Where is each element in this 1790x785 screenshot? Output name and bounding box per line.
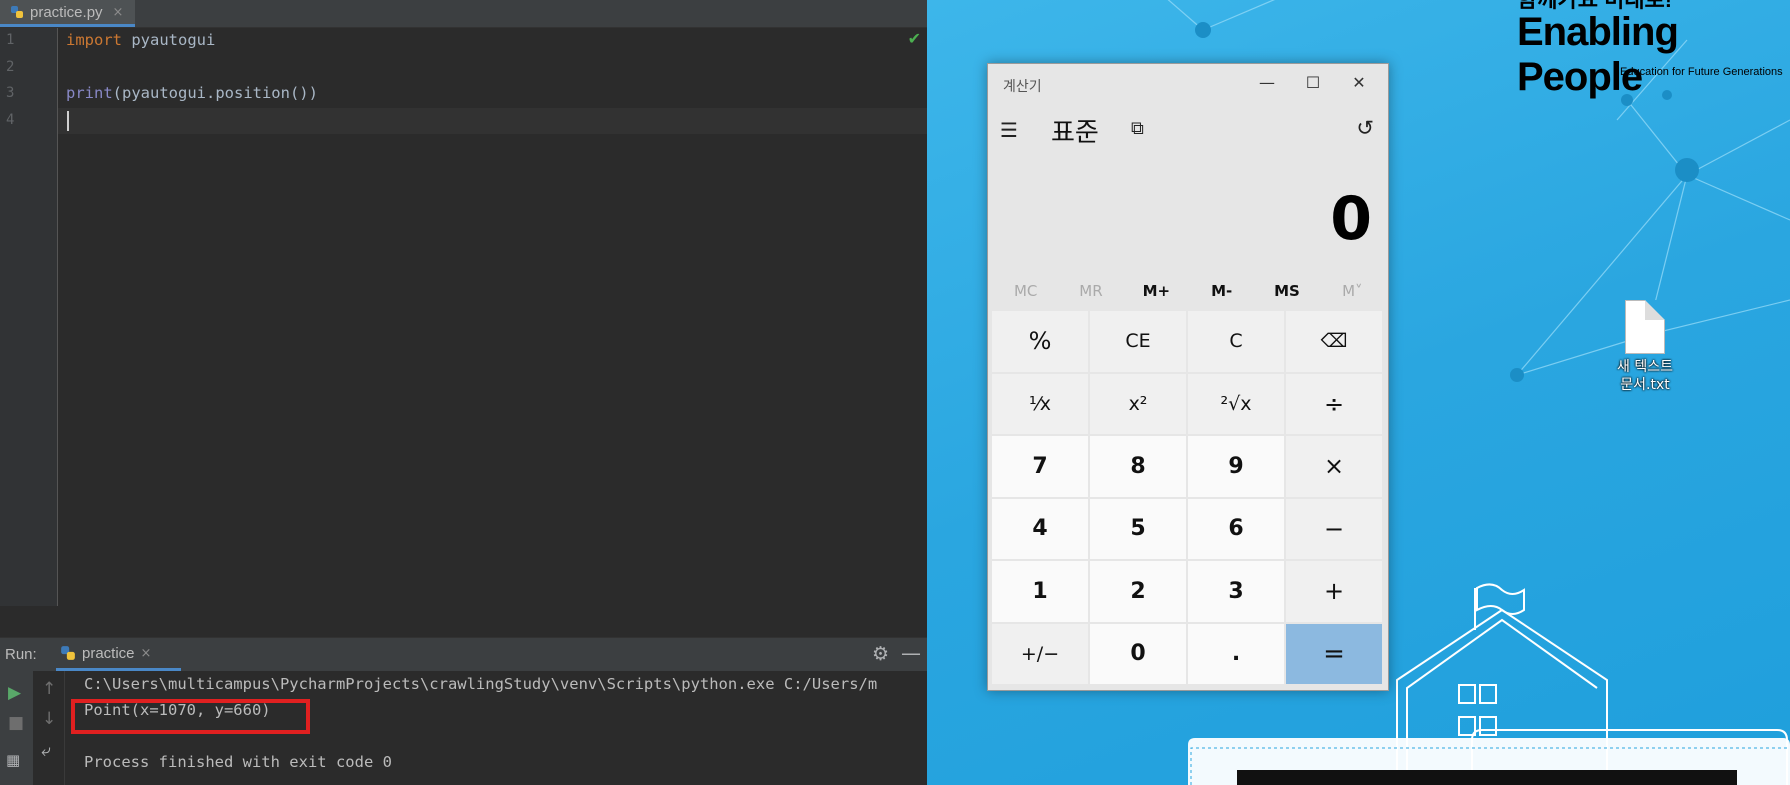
up-arrow-icon[interactable]: ↑ (42, 679, 56, 699)
key-button[interactable]: ¹⁄x (992, 373, 1088, 434)
stop-icon[interactable]: ■ (8, 713, 24, 733)
maximize-button[interactable]: ☐ (1290, 70, 1336, 96)
memory-add-button[interactable]: M+ (1124, 276, 1189, 306)
desktop-file-icon[interactable]: 새 텍스트 문서.txt (1595, 300, 1695, 394)
rerun-icon[interactable]: ▶ (8, 683, 21, 703)
run-toolbar-right: ↑ ↓ ⤶ (34, 671, 65, 785)
editor-tab-practice[interactable]: practice.py × (0, 0, 136, 27)
history-icon[interactable]: ↺ (1356, 116, 1374, 140)
down-arrow-icon[interactable]: ↓ (42, 709, 56, 729)
close-button[interactable]: ✕ (1336, 70, 1382, 96)
memory-list-button[interactable]: M˅ (1320, 276, 1385, 306)
code-editor[interactable]: import pyautogui print(pyautogui.positio… (58, 28, 927, 606)
memory-row: MC MR M+ M- MS M˅ (993, 276, 1385, 306)
call-args: (pyautogui.position()) (112, 84, 318, 102)
calculator-window: 계산기 — ☐ ✕ ☰ 표준 ⧉ ↺ 0 MC MR M+ M- MS M˅ %… (987, 63, 1389, 691)
key-button[interactable]: ²√x (1188, 373, 1284, 434)
brand-subtitle: Education for Future Generations (1620, 66, 1783, 78)
line-number: 2 (6, 59, 15, 75)
key-button[interactable]: × (1286, 436, 1382, 497)
keypad: % CE C ⌫ ¹⁄x x² ²√x ÷ 7 8 9 × 4 5 6− 1 2 3 + +/− 0. = (992, 311, 1384, 684)
memory-recall-button[interactable]: MR (1058, 276, 1123, 306)
key-button[interactable]: = (1286, 623, 1382, 684)
key-button[interactable]: 7 (992, 436, 1088, 497)
hide-panel-icon[interactable]: — (901, 641, 921, 665)
memory-store-button[interactable]: MS (1254, 276, 1319, 306)
keyword-import: import (66, 31, 122, 49)
key-button[interactable]: ⌫ (1286, 311, 1382, 372)
key-button[interactable]: 1 (992, 561, 1088, 622)
memory-clear-button[interactable]: MC (993, 276, 1058, 306)
file-label-line-1: 새 텍스트 (1617, 359, 1673, 375)
line-number: 4 (6, 112, 15, 128)
module-name: pyautogui (122, 31, 216, 49)
console-command-line: C:\Users\multicampus\PycharmProjects\cra… (84, 675, 878, 693)
highlight-box (71, 699, 310, 734)
gear-icon[interactable]: ⚙ (872, 643, 889, 665)
python-icon (61, 646, 75, 660)
key-button[interactable]: 3 (1188, 561, 1284, 622)
key-button[interactable]: 9 (1188, 436, 1284, 497)
key-button[interactable]: 4 (992, 498, 1088, 559)
builtin-print: print (66, 84, 113, 102)
run-console[interactable]: C:\Users\multicampus\PycharmProjects\cra… (65, 671, 927, 785)
minimize-button[interactable]: — (1244, 70, 1290, 96)
key-button[interactable]: CE (1090, 311, 1186, 372)
key-button[interactable]: 2 (1090, 561, 1186, 622)
memory-subtract-button[interactable]: M- (1189, 276, 1254, 306)
tab-close-icon[interactable]: × (113, 5, 124, 20)
code-line-1: import pyautogui (66, 31, 215, 49)
run-tool-window-header: Run: practice × ⚙ — (0, 637, 927, 671)
run-label: Run: (5, 646, 37, 663)
calculator-mode-title: 표준 (1051, 118, 1099, 148)
text-document-icon (1625, 300, 1665, 354)
editor-tab-bar: practice.py × (0, 0, 927, 28)
line-number: 3 (6, 85, 15, 101)
tab-filename: practice.py (30, 3, 103, 21)
soft-wrap-icon[interactable]: ⤶ (41, 741, 51, 761)
keep-on-top-icon[interactable]: ⧉ (1131, 118, 1144, 139)
inspection-ok-icon: ✔ (907, 29, 921, 48)
key-button[interactable]: 5 (1090, 498, 1186, 559)
key-button[interactable]: ÷ (1286, 373, 1382, 434)
file-label-line-2: 문서.txt (1620, 377, 1670, 393)
line-number-gutter: 1 2 3 4 (0, 28, 58, 606)
pycharm-window: practice.py × 1 2 3 4 import pyautogui p… (0, 0, 927, 785)
current-line-highlight (58, 108, 927, 134)
run-tab-close-icon[interactable]: × (141, 646, 152, 661)
key-button[interactable]: + (1286, 561, 1382, 622)
run-toolbar-left: ▶ ■ ▦ (0, 671, 33, 785)
text-caret (67, 111, 69, 131)
code-line-3: print(pyautogui.position()) (66, 84, 318, 102)
key-button[interactable]: 8 (1090, 436, 1186, 497)
key-button[interactable]: . (1188, 623, 1284, 684)
key-button[interactable]: 6 (1188, 498, 1284, 559)
key-button[interactable]: +/− (992, 623, 1088, 684)
console-exit-line: Process finished with exit code 0 (84, 753, 392, 771)
window-title: 계산기 (1003, 79, 1042, 95)
key-button[interactable]: C (1188, 311, 1284, 372)
file-icon-label: 새 텍스트 문서.txt (1595, 358, 1695, 394)
line-number: 1 (6, 32, 15, 48)
hamburger-menu-icon[interactable]: ☰ (1000, 118, 1018, 142)
run-config-name: practice (82, 644, 135, 662)
run-config-tab[interactable]: practice × (56, 638, 182, 671)
key-button[interactable]: 0 (1090, 623, 1186, 684)
brand-title: Enabling People (1517, 10, 1679, 99)
python-file-icon (11, 6, 23, 18)
key-button[interactable]: − (1286, 498, 1382, 559)
key-button[interactable]: % (992, 311, 1088, 372)
calculator-display: 0 (1330, 184, 1372, 254)
layout-icon[interactable]: ▦ (6, 751, 20, 769)
key-button[interactable]: x² (1090, 373, 1186, 434)
